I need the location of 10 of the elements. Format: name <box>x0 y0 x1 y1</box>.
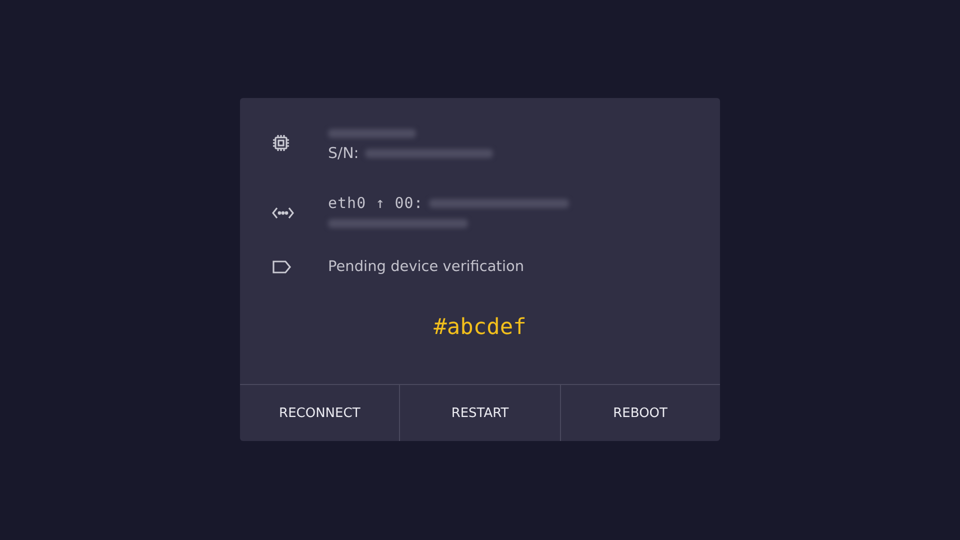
chip-icon <box>272 134 290 152</box>
info-text: Pending device verification <box>328 259 524 275</box>
label-icon <box>272 260 292 274</box>
action-button[interactable]: RECONNECT <box>240 385 400 441</box>
action-button[interactable]: RESTART <box>399 385 560 441</box>
info-text: eth0 ↑ 00: <box>328 194 424 212</box>
action-button[interactable]: REBOOT <box>560 385 720 441</box>
info-text: S/N: <box>328 144 359 162</box>
color-code: #abcdef <box>434 315 526 340</box>
network-icon <box>272 207 294 219</box>
